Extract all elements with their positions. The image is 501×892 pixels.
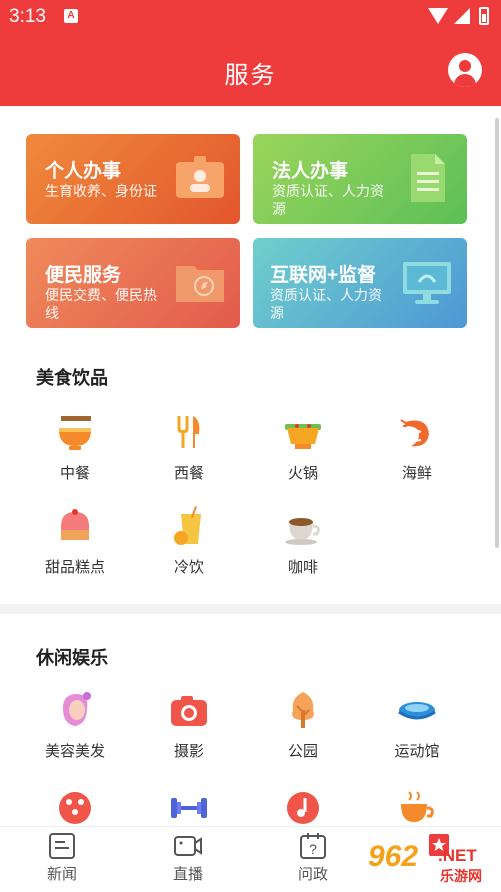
grid-label: 冷饮 bbox=[173, 559, 204, 576]
grid-label: 公园 bbox=[287, 743, 318, 760]
watermark-site: 乐游网 bbox=[440, 868, 482, 884]
grid-item-desserts[interactable]: 甜品糕点 bbox=[25, 506, 125, 596]
fork-knife-icon bbox=[177, 416, 200, 448]
status-bar: 3:13 A bbox=[0, 0, 501, 34]
grid-item-chinese-food[interactable]: 中餐 bbox=[25, 412, 125, 502]
tree-icon bbox=[292, 692, 314, 728]
svg-text:?: ? bbox=[309, 841, 317, 857]
card-legal-affairs[interactable]: 法人办事 资质认证、人力资源 bbox=[253, 134, 467, 224]
nav-label: 直播 bbox=[172, 866, 203, 883]
card-subtitle: 生育收养、身份证 bbox=[45, 183, 157, 199]
section-divider bbox=[0, 604, 501, 614]
news-icon bbox=[49, 833, 75, 859]
grid-item-beauty-salon[interactable]: 美容美发 bbox=[25, 690, 125, 780]
card-title: 法人办事 bbox=[272, 161, 349, 182]
grid-label: 运动馆 bbox=[394, 743, 440, 760]
card-title: 互联网+监督 bbox=[270, 265, 377, 286]
hair-salon-icon bbox=[63, 692, 91, 726]
watermark-brand: 962 bbox=[368, 840, 419, 873]
grid-item-park[interactable]: 公园 bbox=[253, 690, 353, 780]
document-icon bbox=[411, 154, 445, 202]
status-time: 3:13 bbox=[9, 6, 46, 27]
nav-label: 新闻 bbox=[46, 866, 77, 883]
cake-icon bbox=[61, 509, 89, 540]
tea-cup-icon bbox=[401, 791, 434, 822]
live-video-icon bbox=[174, 836, 202, 856]
grid-label: 摄影 bbox=[173, 743, 204, 760]
camera-icon bbox=[171, 696, 207, 726]
wifi-icon bbox=[428, 8, 448, 24]
cold-drink-icon bbox=[174, 506, 201, 545]
grid-item-partial[interactable] bbox=[25, 788, 125, 826]
grid-item-western-food[interactable]: 西餐 bbox=[139, 412, 239, 502]
battery-icon bbox=[479, 7, 489, 25]
music-icon bbox=[287, 792, 319, 824]
grid-item-partial[interactable] bbox=[139, 788, 239, 826]
nav-item-news[interactable]: 新闻 bbox=[12, 827, 112, 892]
service-content[interactable]: 个人办事 生育收养、身份证 法人办事 资质认证、人力资源 便民服务 便民交费、便… bbox=[0, 106, 501, 826]
card-subtitle: 资质认证、人力资源 bbox=[270, 287, 382, 321]
grid-item-photography[interactable]: 摄影 bbox=[139, 690, 239, 780]
grid-label: 海鲜 bbox=[401, 465, 432, 482]
card-title: 便民服务 bbox=[45, 265, 122, 286]
app-header: 服务 bbox=[0, 34, 501, 106]
card-subtitle: 资质认证、人力资源 bbox=[272, 183, 384, 217]
watermark-net: .NET bbox=[438, 846, 477, 865]
card-internet-supervision[interactable]: 互联网+监督 资质认证、人力资源 bbox=[253, 238, 467, 328]
grid-item-hotpot[interactable]: 火锅 bbox=[253, 412, 353, 502]
card-subtitle: 便民交费、便民热线 bbox=[45, 287, 157, 321]
question-calendar-icon: ? bbox=[300, 833, 326, 859]
monitor-icon bbox=[403, 262, 451, 304]
page-title: 服务 bbox=[224, 62, 277, 89]
id-card-icon bbox=[176, 156, 224, 198]
grid-item-seafood[interactable]: 海鲜 bbox=[367, 412, 467, 502]
site-watermark: 962 .NET 乐游网 bbox=[360, 836, 501, 892]
grid-item-stadium[interactable]: 运动馆 bbox=[367, 690, 467, 780]
scrollbar[interactable] bbox=[495, 118, 499, 548]
grid-label: 中餐 bbox=[59, 465, 90, 482]
dumbbell-icon bbox=[171, 798, 207, 818]
grid-label: 火锅 bbox=[287, 465, 318, 482]
nav-item-inquiry[interactable]: ? 问政 bbox=[263, 827, 363, 892]
card-title: 个人办事 bbox=[45, 161, 122, 182]
grid-label: 咖啡 bbox=[287, 559, 318, 576]
card-personal-affairs[interactable]: 个人办事 生育收养、身份证 bbox=[26, 134, 240, 224]
grid-item-coffee[interactable]: 咖啡 bbox=[253, 506, 353, 596]
shrimp-icon bbox=[400, 419, 429, 447]
grid-label: 甜品糕点 bbox=[44, 559, 105, 576]
section-title-leisure: 休闲娱乐 bbox=[36, 648, 108, 668]
profile-button[interactable] bbox=[448, 53, 482, 87]
grid-item-partial[interactable] bbox=[367, 788, 467, 826]
section-title-food: 美食饮品 bbox=[36, 368, 108, 388]
noodle-bowl-icon bbox=[59, 416, 91, 450]
card-convenience-services[interactable]: 便民服务 便民交费、便民热线 bbox=[26, 238, 240, 328]
folder-icon bbox=[176, 266, 224, 302]
grid-label: 西餐 bbox=[173, 465, 204, 482]
grid-item-partial[interactable] bbox=[253, 788, 353, 826]
hotpot-icon bbox=[285, 424, 321, 449]
dice-icon bbox=[59, 792, 91, 824]
coffee-icon bbox=[285, 518, 320, 545]
grid-item-cold-drinks[interactable]: 冷饮 bbox=[139, 506, 239, 596]
notification-icon: A bbox=[64, 9, 78, 23]
grid-label: 美容美发 bbox=[44, 743, 105, 760]
signal-icon bbox=[454, 8, 470, 24]
nav-label: 问政 bbox=[297, 866, 328, 883]
stadium-icon bbox=[398, 702, 436, 720]
nav-item-live[interactable]: 直播 bbox=[138, 827, 238, 892]
